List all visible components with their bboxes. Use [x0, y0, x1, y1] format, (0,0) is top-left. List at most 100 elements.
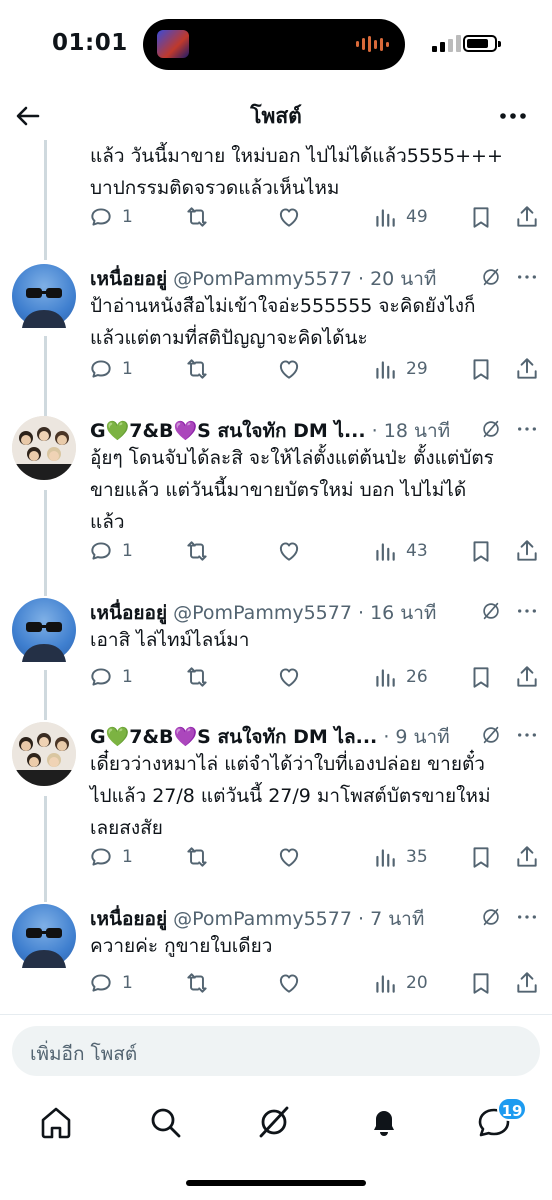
reply-count: 1 [122, 207, 133, 227]
home-indicator[interactable] [186, 1180, 366, 1186]
share-icon [517, 846, 537, 867]
post-text: ควายค่ะ กูขายใบเดียว [90, 935, 273, 957]
author-name[interactable]: G💚7&B💜S สนใจทัก DM ไล... [90, 726, 377, 748]
tab-search[interactable] [143, 1100, 187, 1144]
author-name[interactable]: เหนื่อยอยู่ [90, 268, 167, 290]
audio-waveform-icon [356, 36, 389, 52]
bookmark-button[interactable] [468, 204, 494, 230]
bookmark-icon [473, 667, 489, 688]
author-handle[interactable]: @PomPammy5577 [173, 602, 352, 624]
bookmark-button[interactable] [468, 664, 494, 690]
repost-icon [187, 667, 207, 687]
thread-post[interactable]: G💚7&B💜S สนใจทัก DM ไล... · 9 นาที เดี๋ยว… [0, 722, 552, 882]
repost-button[interactable] [184, 538, 210, 564]
tab-grok[interactable] [252, 1100, 296, 1144]
like-button[interactable] [276, 844, 302, 870]
views-button[interactable]: 43 [372, 538, 428, 564]
heart-icon [279, 360, 299, 379]
thread-post[interactable]: G💚7&B💜S สนใจทัก DM ไ... · 18 นาที อุ้ยๆ … [0, 416, 552, 576]
share-icon [517, 972, 537, 993]
repost-button[interactable] [184, 664, 210, 690]
more-options-icon[interactable] [516, 724, 538, 746]
more-options-icon[interactable] [516, 266, 538, 288]
reply-button[interactable]: 1 [88, 538, 133, 564]
reply-composer[interactable]: เพิ่มอีก โพสต์ [12, 1026, 540, 1076]
avatar[interactable] [12, 722, 76, 786]
post-text: เดี๋ยวว่างหมาไล่ แต่จำได้ว่าใบที่เองปล่อ… [90, 753, 491, 839]
post-text: แล้ว วันนี้มาขาย ใหม่บอก ไปไม่ได้แล้ว555… [90, 145, 503, 199]
share-button[interactable] [514, 538, 540, 564]
share-button[interactable] [514, 844, 540, 870]
more-options-icon[interactable] [516, 906, 538, 928]
grok-icon[interactable] [480, 418, 502, 440]
heart-icon [279, 542, 299, 561]
reply-button[interactable]: 1 [88, 970, 133, 996]
repost-button[interactable] [184, 356, 210, 382]
like-button[interactable] [276, 970, 302, 996]
more-options-icon[interactable] [516, 418, 538, 440]
post-text: ป้าอ่านหนังสือไม่เข้าใจอ่ะ555555 จะคิดยั… [90, 295, 476, 349]
like-button[interactable] [276, 356, 302, 382]
reply-input-placeholder[interactable]: เพิ่มอีก โพสต์ [30, 1039, 137, 1069]
search-icon [151, 1108, 181, 1138]
share-button[interactable] [514, 356, 540, 382]
like-button[interactable] [276, 664, 302, 690]
reply-button[interactable]: 1 [88, 204, 133, 230]
views-button[interactable]: 49 [372, 204, 428, 230]
like-button[interactable] [276, 538, 302, 564]
thread-post[interactable]: เหนื่อยอยู่ @PomPammy5577 · 20 นาที ป้าอ… [0, 264, 552, 394]
tab-home[interactable] [34, 1100, 78, 1144]
repost-button[interactable] [184, 970, 210, 996]
reply-icon [91, 208, 111, 226]
status-bar: 01:01 [0, 0, 552, 90]
reply-button[interactable]: 1 [88, 664, 133, 690]
cellular-signal-icon [432, 35, 461, 52]
thread-post[interactable]: เหนื่อยอยู่ @PomPammy5577 · 16 นาที เอาส… [0, 598, 552, 698]
views-button[interactable]: 35 [372, 844, 428, 870]
reply-button[interactable]: 1 [88, 356, 133, 382]
post-time: · 7 นาที [357, 908, 425, 930]
reply-button[interactable]: 1 [88, 844, 133, 870]
share-button[interactable] [514, 204, 540, 230]
post-actions: 1 35 [88, 844, 540, 874]
grok-icon[interactable] [480, 600, 502, 622]
repost-button[interactable] [184, 844, 210, 870]
grok-icon[interactable] [480, 906, 502, 928]
bookmark-icon [473, 847, 489, 868]
bookmark-button[interactable] [468, 844, 494, 870]
repost-button[interactable] [184, 204, 210, 230]
more-options-icon[interactable] [498, 104, 528, 128]
author-handle[interactable]: @PomPammy5577 [173, 908, 352, 930]
like-button[interactable] [276, 204, 302, 230]
share-button[interactable] [514, 970, 540, 996]
views-button[interactable]: 26 [372, 664, 428, 690]
repost-icon [187, 207, 207, 227]
reply-count: 1 [122, 847, 133, 867]
author-handle[interactable]: @PomPammy5577 [173, 268, 352, 290]
bookmark-button[interactable] [468, 538, 494, 564]
grok-icon[interactable] [480, 724, 502, 746]
dynamic-island[interactable] [143, 19, 405, 70]
bookmark-button[interactable] [468, 970, 494, 996]
avatar[interactable] [12, 416, 76, 480]
heart-icon [279, 208, 299, 227]
share-button[interactable] [514, 664, 540, 690]
heart-icon [279, 974, 299, 993]
views-count: 43 [406, 541, 428, 561]
tab-notifications[interactable] [362, 1100, 406, 1144]
battery-icon [463, 35, 501, 52]
post-actions: 1 20 [88, 970, 540, 1000]
author-name[interactable]: เหนื่อยอยู่ [90, 908, 167, 930]
more-options-icon[interactable] [516, 600, 538, 622]
grok-icon[interactable] [480, 266, 502, 288]
share-icon [517, 666, 537, 687]
author-name[interactable]: G💚7&B💜S สนใจทัก DM ไ... [90, 420, 366, 442]
author-name[interactable]: เหนื่อยอยู่ [90, 602, 167, 624]
post-actions: 1 29 [88, 356, 540, 386]
thread-post[interactable]: เหนื่อยอยู่ @PomPammy5577 · 7 นาที ควายค… [0, 904, 552, 1004]
group-photo-icon [12, 722, 76, 786]
bookmark-button[interactable] [468, 356, 494, 382]
thread-post[interactable]: แล้ว วันนี้มาขาย ใหม่บอก ไปไม่ได้แล้ว555… [0, 140, 552, 240]
views-button[interactable]: 29 [372, 356, 428, 382]
views-button[interactable]: 20 [372, 970, 428, 996]
